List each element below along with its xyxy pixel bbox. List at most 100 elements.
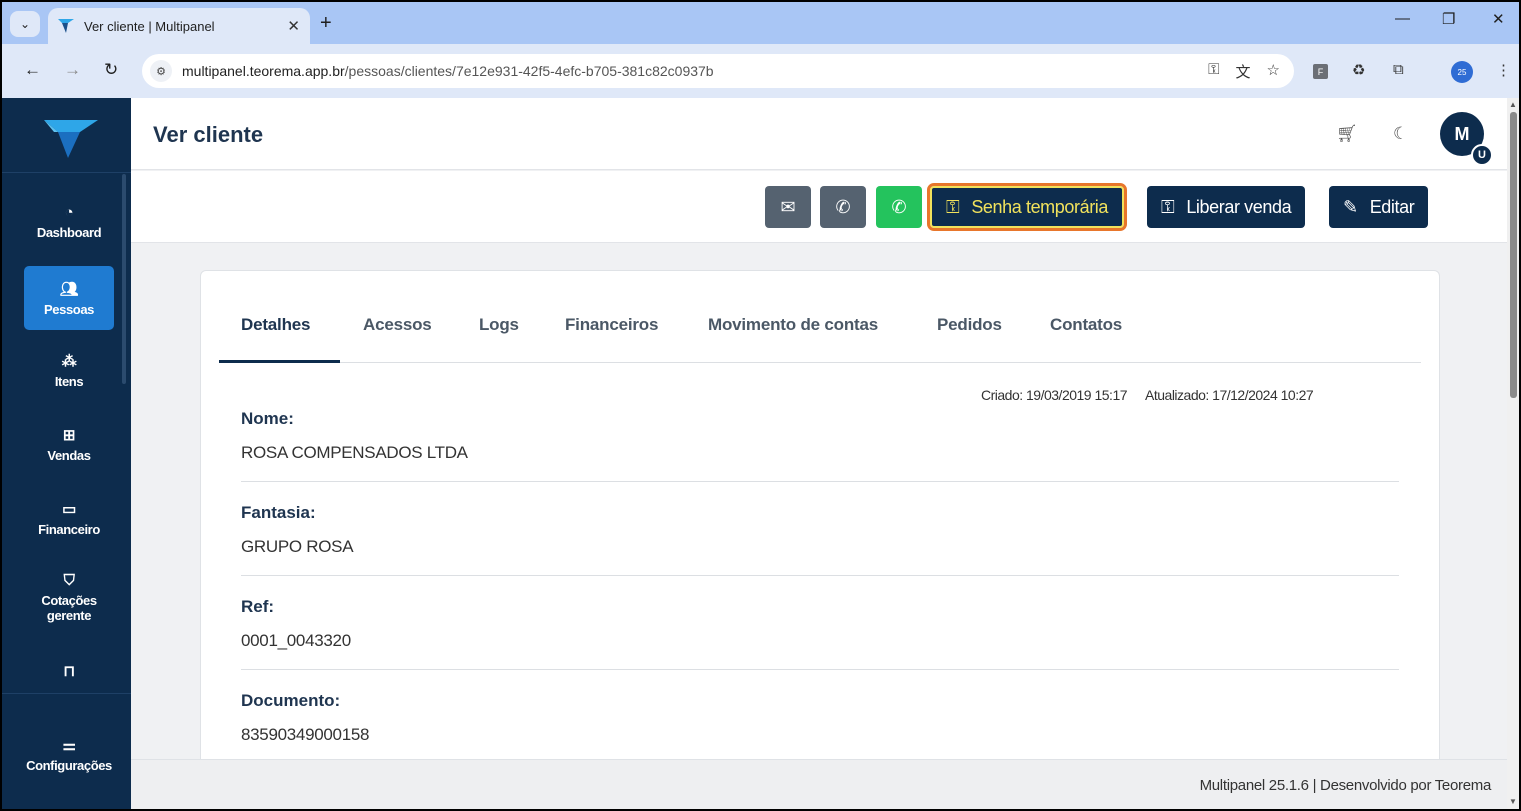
action-bar: ✉ ✆ ✆ ⚿ Senha temporária ⚿ Liberar venda… [131, 171, 1507, 243]
cart-icon[interactable]: 🛒︎ [1336, 124, 1358, 144]
star-icon[interactable]: ☆ [1267, 61, 1280, 82]
field-label: Ref: [241, 597, 275, 616]
sidebar-item-financeiro[interactable]: ▭ Financeiro [24, 500, 114, 537]
forward-icon[interactable]: → [64, 60, 81, 80]
field-label: Nome: [241, 409, 294, 428]
key-icon[interactable]: ⚿ [1208, 61, 1219, 82]
envelope-icon: ✉ [780, 196, 796, 217]
button-label: Senha temporária [971, 196, 1108, 217]
key-icon: ⚿ [1161, 196, 1175, 217]
extension-f-icon[interactable]: F [1313, 64, 1328, 79]
tab-logs[interactable]: Logs [479, 315, 519, 335]
cart-icon: ⛉ [63, 572, 75, 589]
sidebar-item-label: Financeiro [38, 522, 100, 537]
sidebar-item-dashboard[interactable]: ◔ Dashboard [24, 204, 114, 240]
sidebar-divider [2, 693, 131, 694]
url-text[interactable]: multipanel.teorema.app.br/pessoas/client… [182, 63, 714, 79]
sidebar-item-itens[interactable]: ⁂ Itens [24, 352, 114, 389]
page-scrollbar-thumb[interactable] [1510, 112, 1517, 398]
sidebar-item-label: Pessoas [44, 301, 94, 317]
tab-detalhes[interactable]: Detalhes [241, 315, 310, 335]
tab-financeiros[interactable]: Financeiros [565, 315, 658, 335]
phone-icon: ✆ [835, 196, 851, 217]
page-footer: Multipanel 25.1.6 | Desenvolvido por Teo… [131, 759, 1507, 809]
field-divider [241, 669, 1399, 670]
tab-close-icon[interactable]: ✕ [287, 17, 300, 35]
button-label: Liberar venda [1186, 196, 1292, 217]
sliders-icon: ⚌ [62, 737, 76, 754]
tab-pedidos[interactable]: Pedidos [937, 315, 1002, 335]
profile-avatar-icon[interactable]: 25 [1451, 61, 1473, 83]
sidebar-divider [2, 172, 131, 173]
field-fantasia: Fantasia: GRUPO ROSA [241, 503, 1399, 557]
sidebar-item-partial[interactable]: ⊓ [24, 662, 114, 684]
tab-contatos[interactable]: Contatos [1050, 315, 1122, 335]
created-date: Criado: 19/03/2019 15:17 [981, 387, 1128, 403]
new-tab-icon[interactable]: + [320, 12, 332, 35]
field-label: Documento: [241, 691, 341, 710]
pencil-icon: ✎ [1343, 196, 1358, 217]
scroll-down-icon[interactable]: ▼ [1509, 797, 1517, 806]
restore-icon[interactable]: ❐ [1442, 10, 1455, 28]
sidebar: ◔ Dashboard 👥︎ Pessoas ⁂ Itens ⊞ Vendas … [2, 98, 131, 809]
field-value: ROSA COMPENSADOS LTDA [241, 443, 468, 462]
field-ref: Ref: 0001_0043320 [241, 597, 1399, 651]
scroll-up-icon[interactable]: ▲ [1509, 100, 1517, 109]
tab-search-button[interactable]: ⌄ [10, 11, 40, 37]
wallet-icon: ▭ [62, 501, 76, 518]
tab-title: Ver cliente | Multipanel [84, 18, 215, 34]
senha-temporaria-button[interactable]: ⚿ Senha temporária [927, 183, 1127, 231]
address-bar[interactable]: ⚙ multipanel.teorema.app.br/pessoas/clie… [142, 54, 1294, 88]
close-window-icon[interactable]: ✕ [1492, 10, 1505, 28]
field-divider [241, 481, 1399, 482]
partial-icon: ⊓ [63, 663, 75, 680]
sidebar-item-vendas[interactable]: ⊞ Vendas [24, 426, 114, 463]
app-root: ◔ Dashboard 👥︎ Pessoas ⁂ Itens ⊞ Vendas … [2, 98, 1519, 809]
page-title: Ver cliente [153, 122, 264, 147]
moon-icon[interactable]: ☾ [1393, 124, 1408, 144]
phone-button[interactable]: ✆ [820, 186, 866, 228]
teorema-logo [44, 120, 98, 158]
active-tab-indicator [219, 360, 340, 363]
browser-tab-active[interactable]: Ver cliente | Multipanel ✕ [48, 8, 310, 44]
sidebar-item-pessoas[interactable]: 👥︎ Pessoas [24, 266, 114, 330]
tab-strip: ⌄ Ver cliente | Multipanel ✕ + — ❐ ✕ [2, 2, 1519, 44]
boxes-icon: ⁂ [61, 353, 77, 370]
reload-icon[interactable]: ↻ [104, 60, 118, 80]
sidebar-item-label: Dashboard [36, 225, 102, 240]
avatar-badge: U [1471, 144, 1493, 166]
field-nome: Nome: ROSA COMPENSADOS LTDA [241, 409, 1399, 463]
sidebar-item-label: Vendas [47, 448, 91, 463]
sidebar-scrollbar[interactable] [122, 174, 126, 384]
recycle-extension-icon[interactable]: ♻ [1352, 61, 1365, 79]
sidebar-item-configuracoes[interactable]: ⚌ Configurações [24, 736, 114, 773]
tab-movimento-de-contas[interactable]: Movimento de contas [708, 315, 878, 335]
editar-button[interactable]: ✎ Editar [1329, 186, 1429, 228]
updated-date: Atualizado: 17/12/2024 10:27 [1145, 387, 1314, 403]
tab-acessos[interactable]: Acessos [363, 315, 432, 335]
whatsapp-button[interactable]: ✆ [876, 186, 922, 228]
minimize-icon[interactable]: — [1395, 10, 1410, 27]
speedometer-icon: ◔ [64, 204, 74, 221]
key-icon: ⚿ [946, 196, 960, 217]
page-header: Ver cliente 🛒︎ ☾ M U [131, 98, 1507, 170]
sidebar-item-cotacoes-gerente[interactable]: ⛉ Cotações gerente [24, 572, 114, 623]
liberar-venda-button[interactable]: ⚿ Liberar venda [1147, 186, 1306, 228]
extensions-puzzle-icon[interactable]: ⧉ [1393, 61, 1404, 78]
field-value: 83590349000158 [241, 725, 370, 744]
browser-menu-icon[interactable]: ⋮ [1496, 61, 1511, 79]
back-icon[interactable]: ← [24, 60, 41, 80]
footer-text: Multipanel 25.1.6 | Desenvolvido por Teo… [1199, 777, 1492, 794]
site-info-icon[interactable]: ⚙ [150, 60, 172, 82]
translate-icon[interactable]: 文 [1236, 61, 1251, 82]
record-timestamps: Criado: 19/03/2019 15:17 Atualizado: 17/1… [981, 387, 1314, 403]
field-label: Fantasia: [241, 503, 316, 522]
sidebar-item-label: Itens [54, 374, 84, 389]
sidebar-item-label: Configurações [26, 758, 112, 773]
field-divider [241, 575, 1399, 576]
field-value: GRUPO ROSA [241, 537, 354, 556]
multipanel-favicon-icon [58, 19, 74, 33]
browser-window: ⌄ Ver cliente | Multipanel ✕ + — ❐ ✕ ← →… [2, 2, 1519, 809]
email-button[interactable]: ✉ [765, 186, 811, 228]
basket-icon: ⊞ [62, 427, 76, 444]
